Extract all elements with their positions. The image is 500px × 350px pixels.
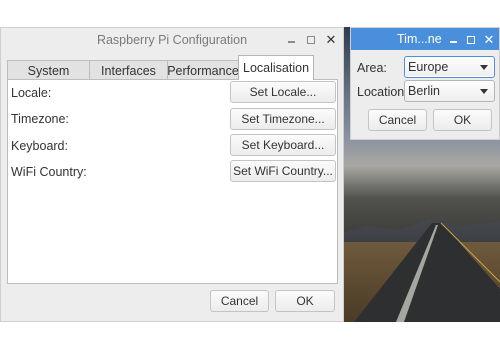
location-select[interactable]: Berlin: [404, 80, 495, 102]
close-icon[interactable]: ✕: [325, 33, 337, 47]
tab-localisation[interactable]: Localisation: [238, 55, 314, 80]
locale-label: Locale:: [11, 86, 52, 100]
location-select-value: Berlin: [408, 84, 440, 98]
raspberry-pi-configuration-window: Raspberry Pi Configuration ✕ System Inte…: [0, 27, 344, 322]
main-titlebar[interactable]: Raspberry Pi Configuration ✕: [1, 28, 343, 52]
location-label: Location:: [357, 85, 408, 99]
timezone-dialog-title: Tim...ne: [397, 32, 442, 46]
cancel-button[interactable]: Cancel: [210, 290, 269, 312]
timezone-cancel-button[interactable]: Cancel: [368, 109, 427, 131]
tab-bar: System Interfaces Performance Localisati…: [7, 55, 314, 80]
timezone-dialog: Tim...ne ✕ Area: Europe Location: Berlin…: [350, 27, 500, 140]
set-keyboard-button[interactable]: Set Keyboard...: [230, 134, 336, 156]
minimize-icon[interactable]: [447, 33, 459, 47]
maximize-icon[interactable]: [465, 33, 477, 47]
tab-interfaces[interactable]: Interfaces: [89, 60, 168, 80]
area-label: Area:: [357, 61, 387, 75]
set-timezone-button[interactable]: Set Timezone...: [230, 108, 336, 130]
wifi-country-label: WiFi Country:: [11, 165, 87, 179]
chevron-down-icon: [480, 65, 488, 70]
timezone-label: Timezone:: [11, 112, 69, 126]
ok-button[interactable]: OK: [275, 290, 335, 312]
tab-system[interactable]: System: [7, 60, 90, 80]
close-icon[interactable]: ✕: [483, 33, 495, 47]
keyboard-label: Keyboard:: [11, 139, 68, 153]
maximize-icon[interactable]: [305, 33, 317, 47]
area-select[interactable]: Europe: [404, 56, 495, 78]
minimize-icon[interactable]: [285, 33, 297, 47]
area-select-value: Europe: [408, 60, 449, 74]
chevron-down-icon: [480, 89, 488, 94]
set-locale-button[interactable]: Set Locale...: [230, 81, 336, 103]
localisation-panel: Locale: Set Locale... Timezone: Set Time…: [7, 79, 338, 284]
tab-performance[interactable]: Performance: [167, 60, 239, 80]
set-wifi-country-button[interactable]: Set WiFi Country...: [230, 160, 336, 182]
timezone-titlebar[interactable]: Tim...ne ✕: [351, 28, 499, 50]
timezone-ok-button[interactable]: OK: [433, 109, 492, 131]
